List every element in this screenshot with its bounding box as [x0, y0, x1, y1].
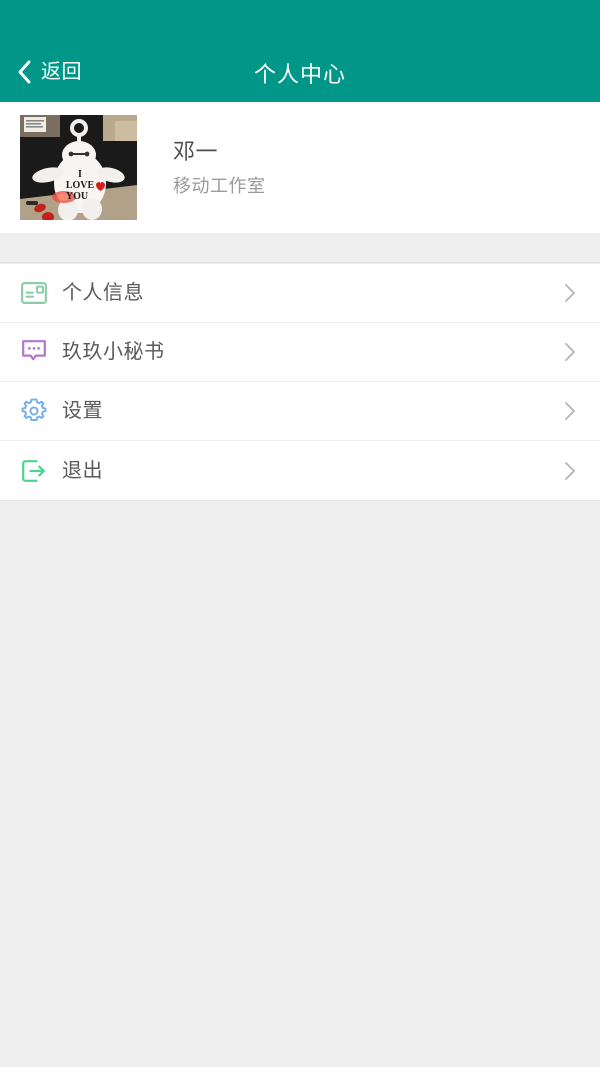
svg-text:I: I	[78, 169, 82, 180]
menu-item-label: 个人信息	[62, 282, 144, 304]
page-background	[0, 501, 600, 1067]
menu-item-label: 设置	[62, 400, 103, 422]
menu-list: 个人信息 玖玖小秘书 设置 退出	[0, 263, 600, 501]
menu-item-personal-info[interactable]: 个人信息	[0, 264, 600, 323]
gear-icon	[18, 395, 50, 427]
logout-icon	[18, 455, 50, 487]
chevron-right-icon	[560, 459, 580, 483]
profile-name: 邓一	[173, 138, 219, 164]
chevron-right-icon	[560, 340, 580, 364]
menu-item-settings[interactable]: 设置	[0, 382, 600, 441]
app-header: 返回 个人中心	[0, 0, 600, 102]
chevron-right-icon	[560, 281, 580, 305]
profile-card[interactable]: I LOVE YOU 邓一 移动工作室	[0, 102, 600, 233]
page-title: 个人中心	[253, 61, 346, 87]
back-button-label: 返回	[41, 61, 82, 83]
profile-subtitle: 移动工作室	[173, 175, 266, 196]
id-card-icon	[18, 277, 50, 309]
svg-text:YOU: YOU	[66, 191, 88, 202]
profile-text-block: 邓一 移动工作室	[173, 138, 266, 196]
section-gap	[0, 233, 600, 263]
menu-item-assistant[interactable]: 玖玖小秘书	[0, 323, 600, 382]
chevron-right-icon	[560, 399, 580, 423]
menu-item-logout[interactable]: 退出	[0, 441, 600, 500]
svg-text:LOVE: LOVE	[66, 180, 95, 191]
menu-item-label: 玖玖小秘书	[62, 341, 165, 363]
chat-bubble-icon	[18, 336, 50, 368]
chevron-left-icon	[16, 59, 32, 85]
menu-item-label: 退出	[62, 459, 103, 482]
avatar[interactable]: I LOVE YOU	[20, 115, 137, 220]
personal-center-screen: 返回 个人中心 I LOVE YOU 邓一 移动工作室 个人信息 玖玖小秘书 设…	[0, 0, 600, 1067]
back-button[interactable]: 返回	[14, 50, 88, 94]
